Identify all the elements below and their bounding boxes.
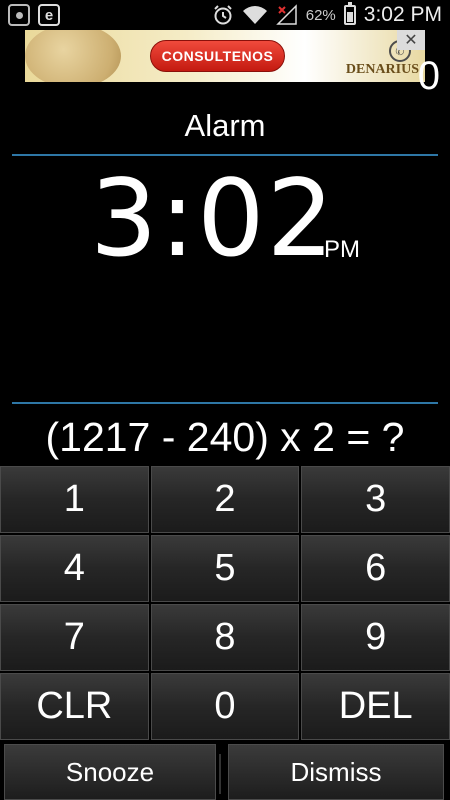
snooze-button[interactable]: Snooze <box>4 744 216 800</box>
coin-image <box>25 30 121 82</box>
actions-separator <box>219 754 221 794</box>
status-bar: e 62% 3:02 PM <box>0 0 450 30</box>
ad-close-icon[interactable]: ✕ <box>397 30 425 50</box>
key-4[interactable]: 4 <box>0 535 149 602</box>
battery-percent: 62% <box>305 6 336 24</box>
ad-banner[interactable]: CONSULTENOS ✆ DENARIUS ✕ <box>25 30 425 82</box>
counter: 0 <box>417 54 440 98</box>
key-clear[interactable]: CLR <box>0 673 149 740</box>
math-challenge: (1217 - 240) x 2 = ? <box>45 414 405 460</box>
wifi-icon <box>242 6 267 24</box>
key-delete[interactable]: DEL <box>301 673 450 740</box>
alarm-clock-icon <box>214 5 232 25</box>
divider <box>12 402 438 404</box>
e-notification-icon: e <box>38 4 60 26</box>
key-7[interactable]: 7 <box>0 604 149 671</box>
key-0[interactable]: 0 <box>150 673 300 740</box>
alarm-ampm: PM <box>324 236 360 263</box>
divider <box>12 154 438 156</box>
notification-icons: e <box>8 4 60 26</box>
no-signal-icon <box>275 4 297 25</box>
ad-brand: DENARIUS <box>345 62 419 77</box>
alarm-title: Alarm <box>184 108 266 143</box>
system-icons: 62% 3:02 PM <box>212 2 442 27</box>
key-3[interactable]: 3 <box>301 466 450 533</box>
key-8[interactable]: 8 <box>150 604 300 671</box>
status-time: 3:02 PM <box>363 3 442 26</box>
alarm-time: 3:02 <box>90 157 337 280</box>
alarm-actions: Snooze Dismiss <box>0 744 450 800</box>
photo-notification-icon <box>8 4 30 26</box>
key-5[interactable]: 5 <box>150 535 300 602</box>
keypad: 1 2 3 4 5 6 7 8 9 CLR 0 DEL <box>0 466 450 740</box>
key-9[interactable]: 9 <box>301 604 450 671</box>
key-6[interactable]: 6 <box>301 535 450 602</box>
dismiss-button[interactable]: Dismiss <box>228 744 444 800</box>
key-1[interactable]: 1 <box>0 466 149 533</box>
key-2[interactable]: 2 <box>150 466 300 533</box>
battery-icon <box>343 2 356 25</box>
ad-cta-button[interactable]: CONSULTENOS <box>150 40 285 72</box>
